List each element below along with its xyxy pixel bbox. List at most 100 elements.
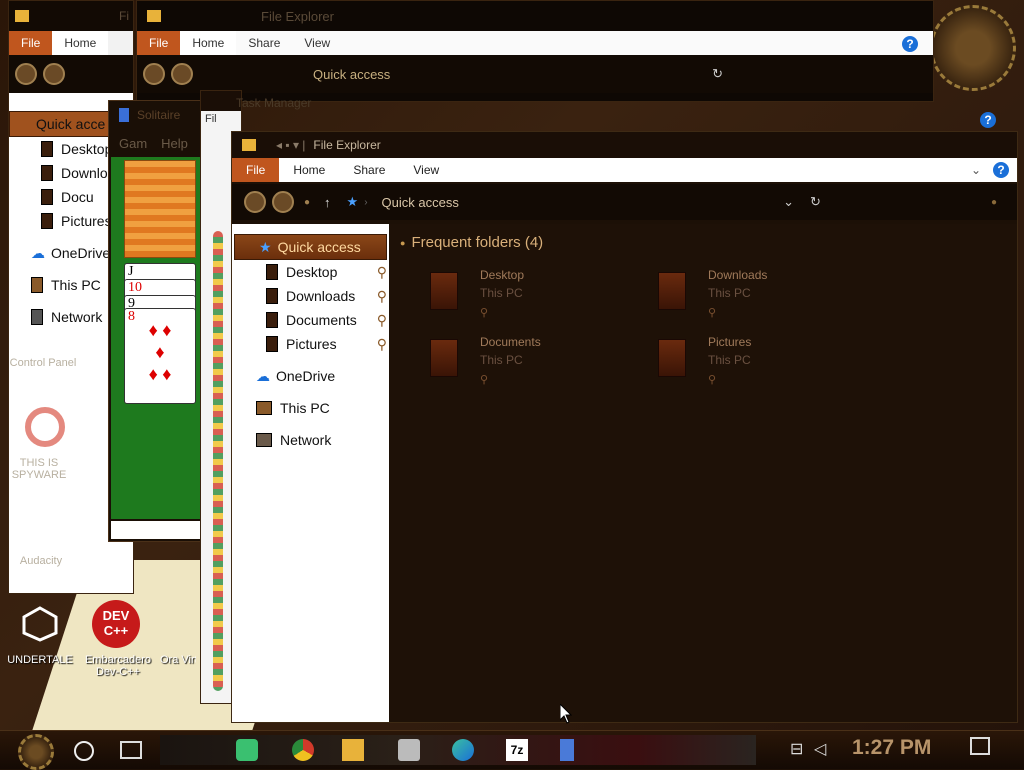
tab-view[interactable]: View — [399, 158, 453, 182]
task-view-icon[interactable] — [120, 741, 142, 759]
network-tray-icon[interactable]: ⊟ — [790, 739, 812, 761]
quick-access-toolbar[interactable]: ◂ ▪ ▾ | — [276, 138, 305, 152]
volume-muted-icon[interactable]: ◁ — [814, 739, 836, 761]
mid-explorer-navbar: Quick access ↻ — [137, 55, 933, 93]
chevron-down-icon[interactable]: ⌄ — [971, 163, 981, 177]
recent-locations-icon[interactable]: ● — [304, 197, 310, 208]
tab-file[interactable]: File — [232, 158, 280, 182]
forward-arrow-icon[interactable] — [43, 63, 65, 85]
sidebar-item-onedrive[interactable]: ☁ OneDrive — [232, 364, 389, 388]
help-icon[interactable]: ? — [980, 112, 996, 128]
unity-app-icon[interactable] — [22, 606, 58, 642]
folder-icon — [658, 339, 686, 377]
search-icon[interactable]: ● — [991, 197, 997, 208]
folder-icon — [147, 10, 161, 22]
up-arrow-icon[interactable]: ↑ — [324, 195, 331, 210]
sidebar-item-desktop[interactable]: Desktop ⚲ — [232, 260, 389, 284]
folder-tile-pictures[interactable]: Pictures This PC ⚲ — [654, 335, 854, 391]
menu-help[interactable]: Help — [161, 136, 188, 151]
sidebar-item-network[interactable]: Network — [232, 428, 389, 452]
notes-app-icon[interactable] — [236, 739, 258, 761]
forward-arrow-icon[interactable] — [171, 63, 193, 85]
network-icon — [256, 433, 272, 447]
folder-tile-documents[interactable]: Documents This PC ⚲ — [426, 335, 626, 391]
usb-app-icon[interactable] — [560, 739, 574, 761]
tab-home[interactable]: Home — [180, 31, 237, 55]
desktop-icon-label[interactable]: UNDERTALE — [0, 654, 80, 666]
back-arrow-icon[interactable] — [143, 63, 165, 85]
tab-home[interactable]: Home — [52, 31, 109, 55]
pin-icon[interactable]: ⚲ — [377, 332, 387, 356]
sidebar-item-label: This PC — [280, 400, 330, 416]
search-icon[interactable] — [74, 741, 94, 761]
pin-icon[interactable]: ⚲ — [377, 260, 387, 284]
pin-icon[interactable]: ⚲ — [377, 308, 387, 332]
desktop-icon-label[interactable]: Audacity — [9, 555, 73, 567]
back-arrow-icon[interactable] — [15, 63, 37, 85]
devcpp-app-icon[interactable]: DEV C++ — [92, 600, 140, 648]
tab-file[interactable]: File — [137, 31, 181, 55]
folder-icon — [430, 339, 458, 377]
playing-card-eight-diamonds[interactable]: 8 ♦ ♦ ♦ ♦ ♦ — [124, 308, 196, 404]
card-back[interactable] — [124, 160, 196, 258]
notification-icon[interactable] — [970, 737, 990, 755]
folder-icon — [266, 264, 278, 280]
sidebar-item-label: OneDrive — [51, 245, 111, 261]
chevron-down-icon[interactable]: ⌄ — [783, 194, 794, 210]
front-explorer-window[interactable]: ◂ ▪ ▾ | File Explorer File Home Share Vi… — [231, 131, 1018, 723]
mouse-cursor-icon — [559, 702, 573, 729]
window-title: Fi — [119, 9, 129, 23]
paint-app-icon[interactable] — [398, 739, 420, 761]
help-icon[interactable]: ? — [902, 36, 918, 52]
menu-game[interactable]: Gam — [119, 136, 147, 151]
sidebar-item-downloads[interactable]: Downloads ⚲ — [232, 284, 389, 308]
pin-icon[interactable]: ⚲ — [377, 284, 387, 308]
refresh-icon[interactable]: ↻ — [712, 66, 723, 82]
tab-home[interactable]: Home — [279, 158, 339, 182]
forward-arrow-icon[interactable] — [272, 191, 294, 213]
chrome-app-icon[interactable] — [292, 739, 314, 761]
file-explorer-app-icon[interactable] — [342, 739, 364, 761]
folder-name: Downloads — [708, 268, 768, 282]
tab-share[interactable]: Share — [236, 31, 292, 55]
desktop-icon-label[interactable]: Control Panel — [3, 357, 83, 369]
back-arrow-icon[interactable] — [244, 191, 266, 213]
sidebar-item-pictures[interactable]: Pictures ⚲ — [232, 332, 389, 356]
7zip-app-icon[interactable]: 7z — [506, 739, 528, 761]
start-button-icon[interactable] — [18, 734, 54, 770]
folder-icon — [41, 141, 53, 157]
help-icon[interactable]: ? — [993, 162, 1009, 178]
back-explorer-titlebar: Fi — [9, 1, 133, 31]
sidebar-item-label: Network — [280, 432, 332, 448]
tab-view[interactable]: View — [292, 31, 342, 55]
card-rank: 8 — [128, 309, 135, 324]
front-explorer-content: ● Frequent folders (4) Desktop This PC ⚲… — [390, 224, 1017, 722]
refresh-icon[interactable]: ↻ — [810, 194, 821, 210]
taskbar-clock[interactable]: 1:27 PM — [852, 736, 931, 760]
menu-file[interactable]: Fil — [201, 111, 241, 127]
address-bar[interactable]: Quick access — [313, 67, 390, 82]
sidebar-item-quick-access[interactable]: ★ Quick access — [234, 234, 387, 260]
address-bar[interactable]: Quick access — [382, 195, 459, 210]
desktop-icon-label[interactable]: Embarcadero Dev-C++ — [80, 654, 156, 678]
folder-location: This PC — [480, 353, 523, 367]
folder-tile-downloads[interactable]: Downloads This PC ⚲ — [654, 268, 854, 324]
edge-app-icon[interactable] — [452, 739, 474, 761]
folder-icon — [658, 272, 686, 310]
sidebar-item-label: Docu — [61, 189, 94, 205]
folder-tile-desktop[interactable]: Desktop This PC ⚲ — [426, 268, 626, 324]
sidebar-item-label: Downloads — [286, 288, 356, 304]
window-title: File Explorer — [261, 8, 334, 24]
folder-icon — [430, 272, 458, 310]
sidebar-item-documents[interactable]: Documents ⚲ — [232, 308, 389, 332]
chrome-app-icon[interactable] — [25, 407, 65, 447]
desktop-icon-label[interactable]: Ora Virtu — [160, 654, 196, 666]
tab-file[interactable]: File — [9, 31, 53, 55]
desktop-icon-label[interactable]: THIS IS SPYWARE — [9, 457, 69, 481]
sidebar-item-this-pc[interactable]: This PC — [232, 396, 389, 420]
chevron-down-icon: ● — [400, 237, 406, 248]
diamond-suit-icon: ♦ ♦ ♦ ♦ ♦ — [148, 320, 172, 384]
mid-explorer-window[interactable]: File Explorer File Home Share View Quick… — [136, 0, 934, 102]
section-header[interactable]: ● Frequent folders (4) — [400, 234, 543, 251]
tab-share[interactable]: Share — [339, 158, 399, 182]
